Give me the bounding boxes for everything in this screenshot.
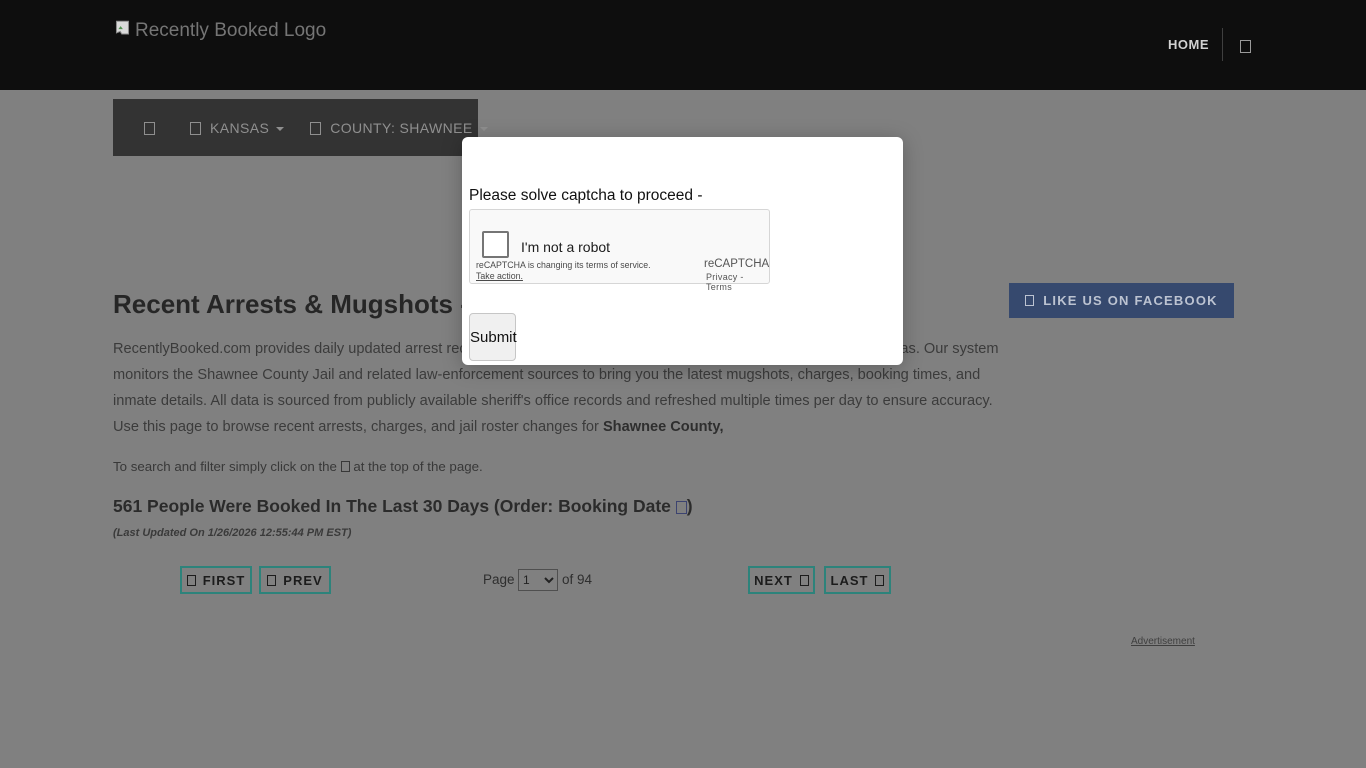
chevron-down-icon xyxy=(480,127,488,131)
missing-glyph-icon xyxy=(187,575,196,586)
recaptcha-notice: reCAPTCHA is changing its terms of servi… xyxy=(476,260,651,270)
county-name-bold: Shawnee County, xyxy=(603,419,724,435)
intro-line: Use this page to browse recent arrests, … xyxy=(113,414,999,440)
site-header: Recently Booked Logo HOME xyxy=(0,0,1366,90)
recaptcha-brand: reCAPTCHA xyxy=(704,258,769,270)
page-count-label: of 94 xyxy=(562,572,592,587)
advertisement-link[interactable]: Advertisement xyxy=(1131,636,1195,647)
missing-glyph-icon xyxy=(310,122,321,135)
first-page-button[interactable]: FIRST xyxy=(180,566,252,594)
missing-glyph-icon xyxy=(676,501,687,514)
missing-glyph-icon xyxy=(1240,40,1251,53)
recaptcha-checkbox[interactable] xyxy=(482,231,509,258)
missing-glyph-icon xyxy=(875,575,884,586)
missing-glyph-icon xyxy=(267,575,276,586)
nav-state-dropdown[interactable]: KANSAS xyxy=(190,120,284,136)
chevron-down-icon xyxy=(276,127,284,131)
sort-order-link[interactable] xyxy=(676,496,687,516)
last-updated-text: (Last Updated On 1/26/2026 12:55:44 PM E… xyxy=(113,527,351,539)
last-page-button[interactable]: LAST xyxy=(824,566,891,594)
nav-county-dropdown[interactable]: COUNTY: SHAWNEE xyxy=(310,120,487,136)
site-logo[interactable]: Recently Booked Logo xyxy=(113,19,326,42)
recaptcha-terms-link[interactable]: Terms xyxy=(706,282,732,292)
header-divider xyxy=(1222,28,1223,61)
search-hint: To search and filter simply click on the… xyxy=(113,459,483,474)
missing-glyph-icon xyxy=(800,575,809,586)
home-link[interactable]: HOME xyxy=(1168,37,1209,52)
logo-alt-text: Recently Booked Logo xyxy=(135,20,326,42)
broken-image-icon xyxy=(113,19,132,42)
recaptcha-take-action-link[interactable]: Take action. xyxy=(476,271,523,281)
captcha-submit-button[interactable]: Submit xyxy=(469,313,516,361)
search-icon[interactable] xyxy=(1240,38,1251,56)
recaptcha-widget: I'm not a robot reCAPTCHA is changing it… xyxy=(469,209,770,284)
page-label: Page xyxy=(483,572,515,587)
facebook-icon xyxy=(1025,295,1034,306)
recaptcha-privacy-link[interactable]: Privacy xyxy=(706,272,738,282)
captcha-prompt: Please solve captcha to proceed - xyxy=(469,187,703,205)
next-page-button[interactable]: NEXT xyxy=(748,566,815,594)
captcha-modal: Please solve captcha to proceed - I'm no… xyxy=(462,137,903,365)
missing-glyph-icon xyxy=(190,122,201,135)
recaptcha-privacy-terms: Privacy - Terms xyxy=(706,272,769,292)
intro-line: inmate details. All data is sourced from… xyxy=(113,388,999,414)
nav-home-icon-item[interactable] xyxy=(144,120,164,136)
page-select[interactable]: 1 xyxy=(518,569,558,591)
missing-glyph-icon xyxy=(341,461,350,472)
county-navbar: KANSAS COUNTY: SHAWNEE xyxy=(113,99,478,156)
booked-count-heading: 561 People Were Booked In The Last 30 Da… xyxy=(113,496,693,517)
missing-glyph-icon xyxy=(144,122,155,135)
prev-page-button[interactable]: PREV xyxy=(259,566,331,594)
recaptcha-checkbox-label: I'm not a robot xyxy=(521,239,610,255)
intro-line: monitors the Shawnee County Jail and rel… xyxy=(113,362,999,388)
facebook-like-button[interactable]: LIKE US ON FACEBOOK xyxy=(1009,283,1234,318)
